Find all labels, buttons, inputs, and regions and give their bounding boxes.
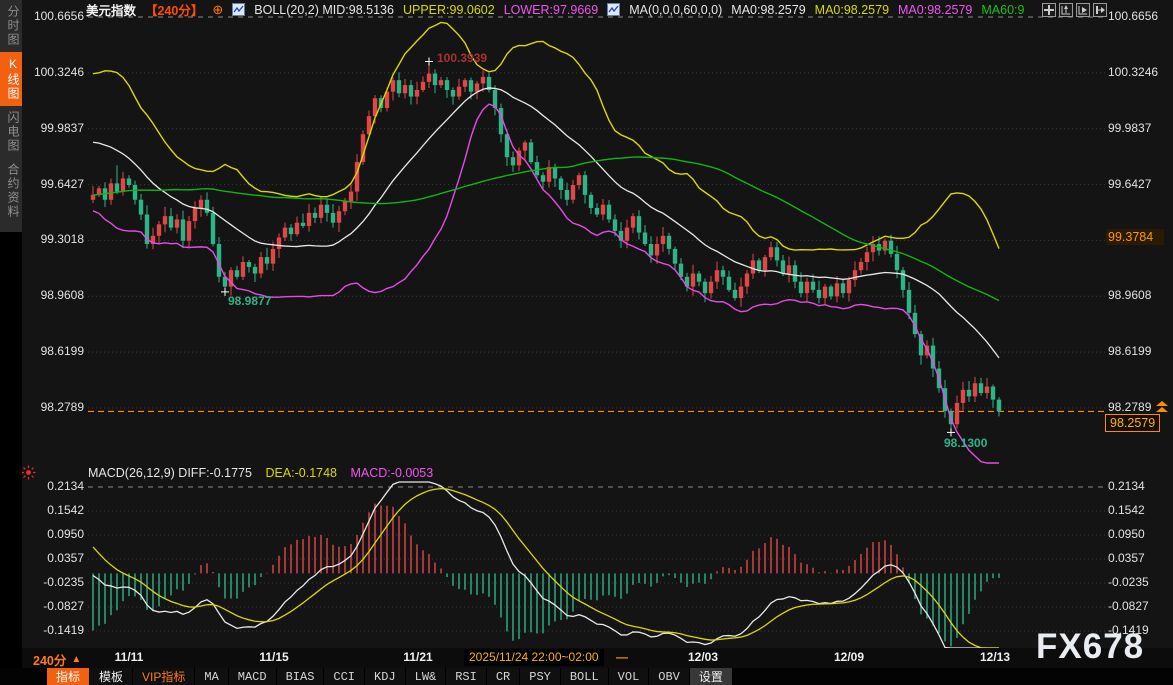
ma-params-legend: MA(0,0,0,60,0,0) <box>629 3 722 17</box>
axis-label: 100.3246 <box>20 65 84 79</box>
axis-label: 99.9837 <box>1108 121 1172 135</box>
indicator-toolbar: 指标模板VIP指标MAMACDBIASCCIKDJLW&RSICRPSYBOLL… <box>0 668 1173 685</box>
toolbar-item-BOLL[interactable]: BOLL <box>561 668 609 685</box>
axis-label: -0.0235 <box>1108 575 1172 589</box>
macd-bar-legend: MACD:-0.0053 <box>351 466 434 480</box>
fx678-watermark: FX678 <box>1036 627 1144 667</box>
axis-label: 0.0950 <box>1108 527 1172 541</box>
axis-label: -0.1419 <box>20 623 84 637</box>
date-tick-11/15: 11/15 <box>232 650 316 664</box>
low-price-annotation-1: 98.9877 <box>228 294 271 308</box>
ma0-magenta-legend: MA0:98.2579 <box>898 3 972 17</box>
sidebar-tab-3[interactable]: 合约资料 <box>0 158 22 224</box>
toolbar-item-设置[interactable]: 设置 <box>690 668 733 685</box>
toolbar-item-MA[interactable]: MA <box>195 668 228 685</box>
axis-label: 0.1542 <box>20 503 84 517</box>
axis-label: 0.0357 <box>20 551 84 565</box>
toolbar-item-CCI[interactable]: CCI <box>324 668 365 685</box>
axis-label: -0.0827 <box>20 599 84 613</box>
sidebar-spacer <box>0 232 22 685</box>
boll-lower-legend: LOWER:97.9669 <box>504 3 599 17</box>
axis-label: 100.6656 <box>20 9 84 23</box>
price-up-arrows-icon <box>1155 400 1169 418</box>
settlement-marker-badge: 99.3784 <box>1106 229 1164 245</box>
date-tick-12/09: 12/09 <box>807 650 891 664</box>
alert-sun-icon[interactable] <box>21 465 36 485</box>
chart-controls <box>1042 3 1107 17</box>
chart-header: 美元指数 【240分】 ⊕ BOLL(20,2) MID:98.5136 UPP… <box>86 1 1024 18</box>
axis-label: 0.1542 <box>1108 503 1172 517</box>
axis-label: 0.0357 <box>1108 551 1172 565</box>
date-tick-11/21: 11/21 <box>376 650 460 664</box>
axis-label: 99.9837 <box>20 121 84 135</box>
last-price-badge: 98.2579 <box>1105 414 1160 432</box>
ma0-yellow-legend: MA0:98.2579 <box>815 3 889 17</box>
symbol-title: 美元指数 <box>86 0 136 19</box>
toolbar-item-BIAS[interactable]: BIAS <box>277 668 325 685</box>
interval-arrow-icon: ▲ <box>71 654 81 665</box>
toolbar-item-VIP指标[interactable]: VIP指标 <box>133 668 195 685</box>
axis-label: 99.6427 <box>20 177 84 191</box>
date-tick-12/03: 12/03 <box>661 650 745 664</box>
date-tick-12/13: 12/13 <box>953 650 1037 664</box>
collapse-icon[interactable]: ⊕ <box>212 2 223 18</box>
ma-indicator-icon[interactable] <box>607 3 620 16</box>
interval-selector[interactable]: 240分 ▲ <box>33 650 81 669</box>
axis-label: 0.0950 <box>20 527 84 541</box>
toolbar-item-KDJ[interactable]: KDJ <box>365 668 406 685</box>
axis-label: -0.0827 <box>1108 599 1172 613</box>
boll-upper-legend: UPPER:99.0602 <box>403 3 495 17</box>
boll-indicator-icon[interactable] <box>232 3 245 16</box>
axis-label: 98.9608 <box>1108 288 1172 302</box>
toolbar-item-模板[interactable]: 模板 <box>90 668 133 685</box>
axis-label: 98.6199 <box>20 344 84 358</box>
macd-diff-legend: MACD(26,12,9) DIFF:-0.1775 <box>88 466 252 480</box>
ma0-white-legend: MA0:98.2579 <box>731 3 805 17</box>
ma60-legend: MA60:9 <box>981 3 1024 17</box>
axis-label: 100.3246 <box>1108 65 1172 79</box>
toolbar-item-VOL[interactable]: VOL <box>609 668 650 685</box>
selected-bar-timestamp: 2025/11/24 22:00~02:00 <box>464 649 604 666</box>
axis-label: 99.6427 <box>1108 177 1172 191</box>
axis-label: 100.6656 <box>1108 9 1172 23</box>
sidebar-tab-2[interactable]: 闪电图 <box>0 106 22 158</box>
zoom-horizontal-icon[interactable] <box>1076 3 1090 17</box>
toolbar-item-CR[interactable]: CR <box>487 668 520 685</box>
axis-label: 98.6199 <box>1108 344 1172 358</box>
macd-dea-legend: DEA:-0.1748 <box>265 466 337 480</box>
zoom-vertical-icon[interactable] <box>1059 3 1073 17</box>
sidebar-tab-0[interactable]: 分时图 <box>0 0 22 52</box>
axis-label: 98.2789 <box>20 400 84 414</box>
interval-tag: 【240分】 <box>145 0 203 19</box>
macd-legend: MACD(26,12,9) DIFF:-0.1775 DEA:-0.1748 M… <box>88 466 443 480</box>
axis-label: -0.0235 <box>20 575 84 589</box>
sidebar-tab-1[interactable]: K线图 <box>0 52 22 106</box>
axis-label: 99.3018 <box>20 232 84 246</box>
pan-icon[interactable] <box>1042 3 1056 17</box>
axis-label: 0.2134 <box>1108 479 1172 493</box>
chart-canvas[interactable] <box>0 0 1173 685</box>
app-window: 分时图K线图闪电图合约资料 美元指数 【240分】 ⊕ BOLL(20,2) M… <box>0 0 1173 685</box>
toolbar-item-MACD[interactable]: MACD <box>229 668 277 685</box>
date-tick-11/11: 11/11 <box>87 650 171 664</box>
toolbar-item-PSY[interactable]: PSY <box>520 668 561 685</box>
boll-mid-legend: BOLL(20,2) MID:98.5136 <box>254 3 394 17</box>
high-price-annotation: 100.3939 <box>437 51 487 65</box>
shift-right-icon[interactable] <box>1093 3 1107 17</box>
low-price-annotation-2: 98.1300 <box>944 436 987 450</box>
axis-label: 98.9608 <box>20 288 84 302</box>
toolbar-item-指标[interactable]: 指标 <box>47 668 90 685</box>
timestamp-dash: — <box>616 649 628 666</box>
toolbar-item-OBV[interactable]: OBV <box>649 668 690 685</box>
sidebar: 分时图K线图闪电图合约资料 <box>0 0 22 232</box>
toolbar-item-LW&[interactable]: LW& <box>406 668 447 685</box>
interval-label: 240分 <box>33 650 66 669</box>
toolbar-item-RSI[interactable]: RSI <box>446 668 487 685</box>
